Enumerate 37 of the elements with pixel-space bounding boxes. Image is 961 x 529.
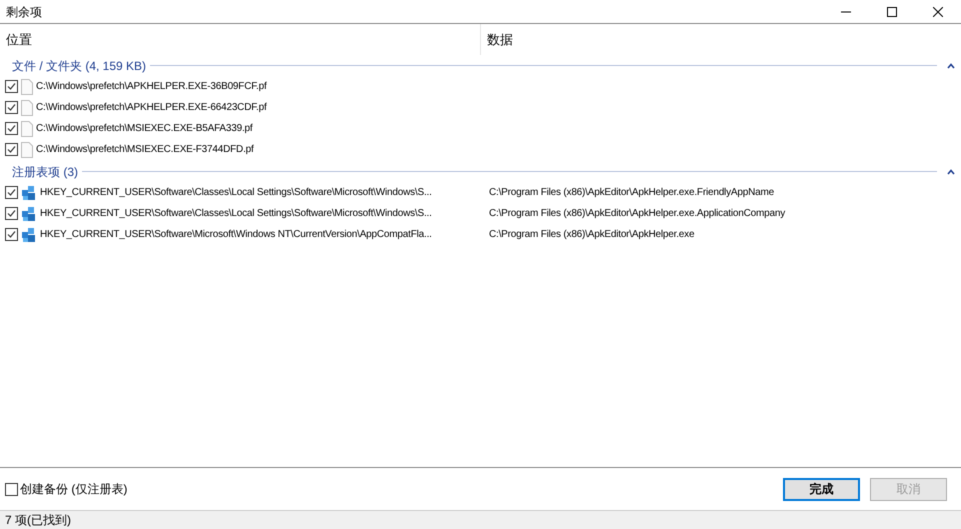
item-checkbox[interactable]	[5, 207, 18, 220]
location-cell-text: HKEY_CURRENT_USER\Software\Microsoft\Windows NT\CurrentVersion\AppCompatFla...	[40, 228, 432, 242]
column-header[interactable]: 位置	[0, 24, 481, 55]
data-cell-text: C:\Program Files (x86)\ApkEditor\ApkHelper.exe.FriendlyAppName	[489, 186, 774, 200]
dialog-button[interactable]: 完成	[783, 478, 860, 500]
location-cell-text: C:\Windows\prefetch\MSIEXEC.EXE-F3744DFD.pf	[36, 143, 254, 157]
maximize-icon	[887, 6, 897, 16]
collapse-chevron-icon[interactable]	[947, 168, 955, 174]
file-icon	[21, 142, 33, 158]
backup-label: 创建备份 (仅注册表)	[20, 481, 128, 498]
group-header[interactable]: 文件 / 文件夹 (4, 159 KB)	[12, 56, 146, 74]
registry-cubes-icon	[21, 206, 37, 222]
file-icon	[21, 120, 33, 136]
close-icon	[933, 6, 943, 16]
file-icon	[21, 100, 33, 116]
location-cell-text: C:\Windows\prefetch\APKHELPER.EXE-66423CDF.pf	[36, 101, 267, 115]
location-cell-text: HKEY_CURRENT_USER\Software\Classes\Local Settings\Software\Microsoft\Windows\S...	[40, 207, 432, 221]
backup-checkbox[interactable]	[5, 482, 18, 496]
location-cell-text: C:\Windows\prefetch\APKHELPER.EXE-36B09FCF.pf	[36, 80, 267, 94]
data-cell-text: C:\Program Files (x86)\ApkEditor\ApkHelper.exe	[489, 228, 694, 242]
window-title: 剩余项	[6, 4, 43, 20]
item-checkbox[interactable]	[5, 228, 18, 241]
item-checkbox[interactable]	[5, 143, 18, 156]
column-header[interactable]: 数据	[481, 24, 961, 55]
item-checkbox[interactable]	[5, 186, 18, 199]
group-header[interactable]: 注册表项 (3)	[12, 162, 78, 180]
item-checkbox[interactable]	[5, 80, 18, 93]
data-cell-text: C:\Program Files (x86)\ApkEditor\ApkHelper.exe.ApplicationCompany	[489, 207, 786, 221]
registry-cubes-icon	[21, 184, 37, 200]
collapse-chevron-icon[interactable]	[947, 62, 955, 68]
item-checkbox[interactable]	[5, 122, 18, 135]
location-cell-text: C:\Windows\prefetch\MSIEXEC.EXE-B5AFA339.pf	[36, 122, 252, 136]
status-text: 7 项(已找到)	[5, 512, 71, 529]
item-checkbox[interactable]	[5, 101, 18, 114]
file-icon	[21, 78, 33, 94]
location-cell-text: HKEY_CURRENT_USER\Software\Classes\Local Settings\Software\Microsoft\Windows\S...	[40, 186, 432, 200]
registry-cubes-icon	[21, 226, 37, 242]
